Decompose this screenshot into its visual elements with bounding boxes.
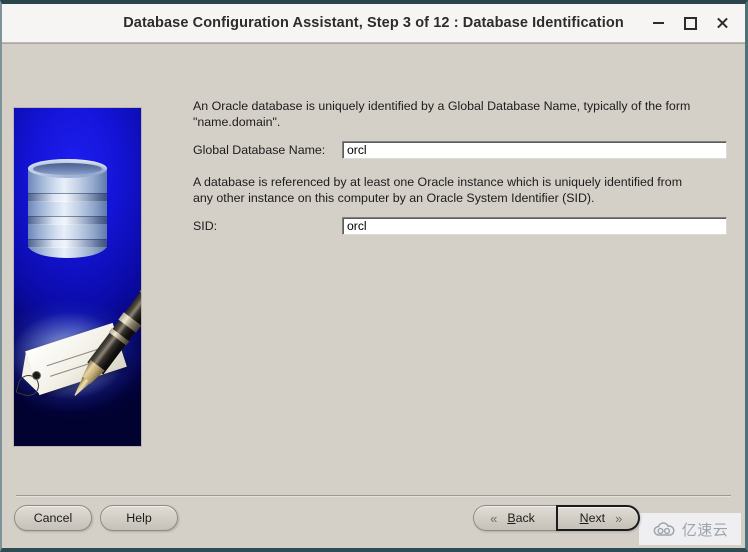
watermark: 亿速云	[639, 513, 741, 545]
sidebar-banner-image	[13, 107, 142, 447]
minimize-icon	[652, 22, 664, 24]
cylinder-ring	[28, 216, 107, 225]
close-button[interactable]	[707, 8, 737, 38]
sid-row: SID:	[193, 217, 727, 235]
database-cylinder-icon	[28, 159, 107, 267]
left-button-group: Cancel Help	[14, 505, 178, 531]
sid-input[interactable]	[342, 217, 727, 235]
identification-form: An Oracle database is uniquely identifie…	[193, 98, 727, 235]
dialog-content: An Oracle database is uniquely identifie…	[2, 43, 745, 548]
global-db-name-description: An Oracle database is uniquely identifie…	[193, 99, 691, 129]
cloud-icon	[652, 521, 677, 537]
title-bar: Database Configuration Assistant, Step 3…	[2, 4, 745, 43]
window-title: Database Configuration Assistant, Step 3…	[123, 15, 624, 31]
maximize-button[interactable]	[675, 8, 705, 38]
button-bar: Cancel Help « Back Next »	[2, 505, 745, 539]
next-button[interactable]: Next »	[556, 505, 640, 531]
back-button-label: Back	[507, 511, 535, 525]
navgroup: « Back Next »	[473, 505, 640, 531]
help-button[interactable]: Help	[100, 505, 178, 531]
close-icon	[716, 17, 729, 30]
watermark-text: 亿速云	[681, 520, 729, 539]
application-window: Database Configuration Assistant, Step 3…	[0, 0, 748, 552]
tag-eyelet	[32, 371, 41, 380]
navigation-button-group: « Back Next »	[473, 505, 640, 531]
back-button[interactable]: « Back	[473, 505, 557, 531]
window-controls	[643, 4, 737, 42]
cylinder-ring	[28, 239, 107, 248]
footer-divider	[16, 495, 731, 497]
cancel-button[interactable]: Cancel	[14, 505, 92, 531]
global-database-name-label: Global Database Name:	[193, 143, 326, 157]
global-database-name-row: Global Database Name:	[193, 141, 727, 159]
form-spacer	[193, 159, 727, 174]
chevron-right-icon: »	[615, 510, 623, 526]
sid-label: SID:	[193, 219, 218, 233]
cylinder-top	[28, 159, 107, 178]
chevron-left-icon: «	[490, 510, 498, 526]
minimize-button[interactable]	[643, 8, 673, 38]
next-button-label: Next	[579, 511, 606, 525]
content-top-divider	[2, 43, 745, 44]
maximize-icon	[683, 16, 697, 30]
global-database-name-input[interactable]	[342, 141, 727, 159]
cylinder-ring	[28, 193, 107, 202]
sid-description: A database is referenced by at least one…	[193, 175, 683, 205]
